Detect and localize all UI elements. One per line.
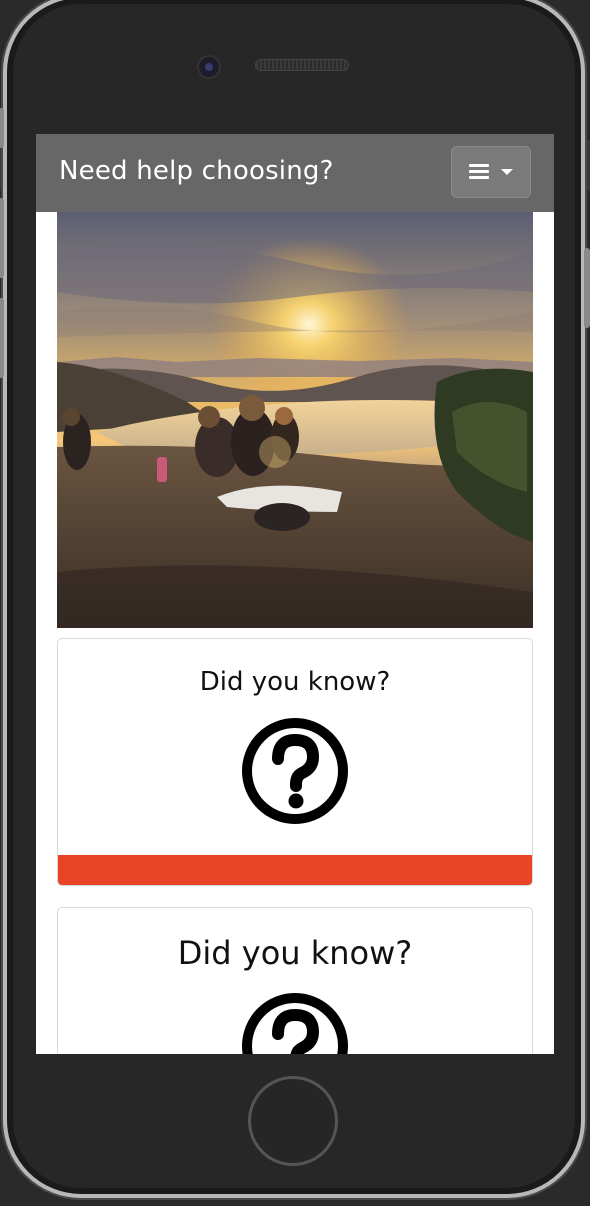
- navbar: Need help choosing?: [36, 134, 554, 212]
- caret-down-icon: [501, 169, 513, 175]
- card-accent-bar: [58, 855, 532, 885]
- menu-bars-icon: [469, 164, 489, 180]
- volume-up-button: [0, 198, 4, 278]
- home-button[interactable]: [248, 1076, 338, 1166]
- navbar-brand[interactable]: Need help choosing?: [59, 156, 334, 186]
- navbar-toggler-button[interactable]: [451, 146, 531, 198]
- mute-switch: [0, 108, 4, 148]
- volume-down-button: [0, 298, 4, 378]
- info-card: Did you know?: [57, 907, 533, 1054]
- earpiece-speaker: [255, 59, 349, 71]
- hero-image: [57, 212, 533, 628]
- front-camera: [197, 55, 221, 79]
- question-circle-icon: [240, 991, 350, 1054]
- info-card: Did you know?: [57, 638, 533, 886]
- screen: Need help choosing? Did you know? Did yo…: [36, 134, 554, 1054]
- card-title: Did you know?: [199, 667, 391, 697]
- card-title: Did you know?: [177, 934, 413, 972]
- power-button: [584, 248, 590, 328]
- question-circle-icon: [240, 716, 350, 826]
